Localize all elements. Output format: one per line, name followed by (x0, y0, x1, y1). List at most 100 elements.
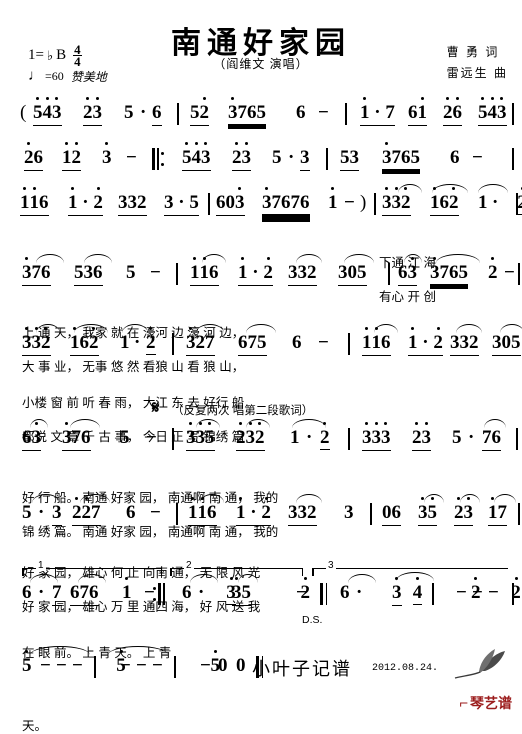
note: 6 (126, 502, 136, 523)
note: 5 (427, 502, 438, 523)
note-group: 543 (478, 102, 507, 126)
note: 2 (401, 192, 411, 213)
note-group: 63 (398, 262, 417, 286)
note-group: 332 (22, 332, 51, 356)
note: 7 (237, 102, 248, 123)
note-group: 26 (443, 102, 462, 126)
note: 2 (307, 502, 317, 523)
dot-duration: · (288, 147, 295, 168)
note: 3 (235, 192, 245, 213)
note: 7 (391, 147, 402, 168)
note: 7 (91, 502, 101, 523)
scribe-date: 2012.08.24. (372, 663, 439, 674)
barline (176, 503, 178, 525)
note-group: 61 (408, 102, 427, 126)
note: 7 (482, 427, 492, 448)
note: 3 (186, 427, 196, 448)
note-group: 116 (20, 192, 49, 216)
note: 2 (433, 332, 443, 353)
meter-denominator: 4 (74, 54, 81, 70)
barline (518, 503, 520, 525)
note: 6 (81, 427, 91, 448)
note: 6 (238, 332, 248, 353)
note: 4 (42, 102, 53, 123)
note: 2 (412, 427, 422, 448)
note: 3 (344, 502, 354, 523)
note: 6 (439, 192, 450, 213)
note-group: 536 (74, 262, 103, 286)
dash-extend: − (344, 192, 355, 213)
note: 6 (449, 262, 459, 283)
note: 7 (205, 332, 215, 353)
dot-duration: · (38, 582, 45, 603)
note: 1 (408, 332, 418, 353)
flat-accidental-icon: ♭ (46, 47, 54, 63)
note: 3 (371, 427, 382, 448)
key-label: 1= (28, 47, 44, 64)
note-group: 332 (288, 262, 317, 286)
note: 3 (391, 192, 402, 213)
note: 1 (68, 192, 78, 213)
note: 5 (257, 332, 267, 353)
note: 6 (408, 102, 418, 123)
music-system-8: 6 · 7 676 1 − 6 · 3 35 2 − 6 · 4 3 2 2 −… (0, 572, 522, 660)
scribe-credit: 小叶子记谱 (252, 659, 352, 679)
note: 5 (126, 262, 136, 283)
barline (172, 428, 174, 450)
note-group: 35 (418, 502, 437, 526)
note: 6 (491, 427, 502, 448)
note: 2 (443, 102, 453, 123)
note: 3 (186, 332, 196, 353)
note-group: 603 (216, 192, 245, 216)
note: 3 (62, 427, 72, 448)
note: 2 (469, 332, 479, 353)
dot-duration: · (245, 502, 262, 523)
note: 6 (182, 582, 192, 603)
dot-duration: · (38, 502, 45, 523)
barline (174, 656, 176, 678)
barline (176, 263, 178, 285)
key-signature: 1= ♭ B 4 4 (28, 43, 82, 70)
tempo-value: =60 (45, 69, 64, 83)
note: 2 (81, 502, 92, 523)
note: 1 (238, 262, 248, 283)
note: 6 (22, 427, 32, 448)
music-system-7: 5 · 3 227 6 − 116 1 · 2 332 3 06 35 23 1… (0, 494, 522, 614)
note: 2 (320, 427, 330, 450)
note: 2 (232, 147, 242, 168)
note: 3 (245, 427, 256, 448)
note-group: 227 (72, 502, 101, 526)
dash-extend: − (40, 655, 51, 676)
note-group: 332 (118, 192, 147, 216)
note-group: 26 (24, 147, 43, 171)
note: 5 (120, 427, 130, 448)
note-group: 53 (340, 147, 359, 171)
note-group: 332 (450, 332, 479, 356)
note: 1 (290, 427, 300, 448)
note: 3 (382, 147, 392, 168)
note-group: 1 · 2 (238, 262, 273, 286)
dot-duration: · (417, 332, 434, 353)
note: 5 (241, 582, 252, 603)
note: 3 (421, 427, 432, 448)
note: 1 (417, 102, 428, 123)
site-logo[interactable]: ⌐ 琴艺谱 (459, 693, 512, 713)
note-group: 376 (62, 427, 91, 451)
dash-extend: − (150, 502, 161, 523)
note-group: 3 · 5 (164, 192, 199, 216)
notes-row-4: 376 536 5 − 116 1 · 2 332 305 63 3765 2 … (0, 254, 522, 292)
dash-extend: − (318, 102, 329, 123)
dot-duration: · (247, 262, 264, 283)
note: 6 (292, 332, 302, 353)
dot-duration: · (173, 192, 190, 213)
note-group: 335 (186, 427, 215, 451)
note: 6 (39, 192, 49, 213)
note: 5 (22, 655, 32, 676)
composer-credit: 雷远生 曲 (446, 66, 508, 80)
note: 3 (92, 102, 103, 123)
note: 5 (124, 102, 134, 123)
note: 3 (381, 427, 391, 448)
note: 3 (241, 147, 252, 168)
note: 6 (452, 102, 463, 123)
note-group: 12 (62, 147, 81, 171)
